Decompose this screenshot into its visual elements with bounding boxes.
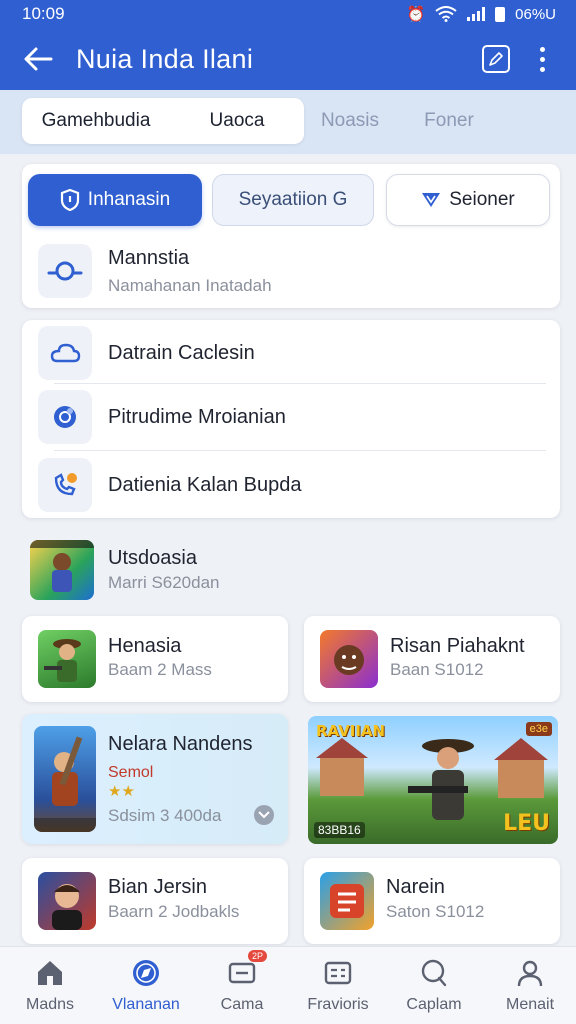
bottom-navigation: Madns Vlananan 2P Cama Fravioris Caplam …	[0, 946, 576, 1024]
featured-subtitle: Marri S620dan	[108, 573, 220, 592]
game-thumbnail	[38, 630, 96, 688]
message-icon: 2P	[225, 950, 267, 988]
phone-icon	[54, 473, 77, 496]
edit-button[interactable]	[482, 45, 510, 73]
item-title: Mannstia	[108, 246, 190, 269]
nav-item-fravioris[interactable]: Fravioris	[290, 947, 386, 1024]
chip-seyaatiion[interactable]: Seyaatiion G	[212, 174, 374, 226]
nav-item-caplam[interactable]: Caplam	[386, 947, 482, 1024]
more-options-button[interactable]	[530, 44, 554, 74]
rating-stars: ★★	[108, 783, 135, 800]
back-button[interactable]	[0, 28, 76, 90]
nav-item-cama[interactable]: 2P Cama	[194, 947, 290, 1024]
divider	[54, 450, 546, 451]
notification-badge: 2P	[247, 950, 267, 962]
item-subtitle: Namahanan Inatadah	[108, 275, 272, 295]
expand-button[interactable]	[254, 805, 274, 825]
list-item-pitrudime[interactable]: Pitrudime Mroianian	[38, 390, 286, 444]
alarm-icon: ⏰	[406, 6, 426, 23]
battery-percent: 06%U	[515, 5, 556, 23]
game-thumbnail	[320, 872, 374, 930]
edit-icon	[489, 52, 503, 66]
shield-icon	[60, 189, 79, 211]
list-item-mannstia[interactable]: Mannstia Namahanan Inatadah	[38, 244, 272, 298]
banner-title: RAVIIAN	[316, 722, 386, 740]
compass-icon	[129, 958, 163, 988]
divider	[54, 383, 546, 384]
chat-icon	[417, 958, 451, 988]
nav-item-menait[interactable]: Menait	[482, 947, 576, 1024]
nav-item-madns[interactable]: Madns	[2, 947, 98, 1024]
wifi-icon	[435, 6, 457, 22]
game-thumbnail	[38, 872, 96, 930]
home-icon	[33, 958, 67, 988]
arrow-left-icon	[24, 47, 53, 71]
chip-inhanasin[interactable]: Inhanasin	[28, 174, 202, 226]
triangle-down-icon	[422, 193, 441, 207]
tab-foner[interactable]: Foner	[396, 98, 502, 144]
chevron-down-icon	[258, 811, 270, 819]
battery-icon	[495, 6, 506, 22]
banner-badge: e3e	[525, 722, 552, 736]
list-icon	[321, 958, 355, 988]
tab-gamehbudia[interactable]: Gamehbudia	[22, 98, 170, 144]
list-item-datienia[interactable]: Datienia Kalan Bupda	[38, 458, 301, 512]
app-bar: Nuia Inda Ilani	[0, 28, 576, 90]
game-tag: Semol	[108, 764, 154, 781]
game-thumbnail	[34, 726, 96, 832]
top-tab-bar: Gamehbudia Uaoca Noasis Foner	[0, 90, 576, 154]
featured-title: Utsdoasia	[108, 547, 197, 569]
circle-icon	[54, 406, 76, 428]
status-time: 10:09	[22, 4, 65, 23]
game-thumbnail	[320, 630, 378, 688]
signal-icon	[467, 7, 486, 21]
tab-noasis[interactable]: Noasis	[304, 98, 396, 144]
status-bar: 10:09 ⏰ 06%U	[0, 0, 576, 28]
tab-uaoca[interactable]: Uaoca	[170, 98, 304, 144]
link-circle-icon	[47, 261, 83, 281]
featured-thumbnail[interactable]	[30, 540, 94, 600]
person-icon	[513, 958, 547, 988]
chip-seioner[interactable]: Seioner	[386, 174, 550, 226]
cloud-icon	[50, 343, 81, 363]
banner-caption: 83BB16	[314, 822, 365, 838]
banner-corner-label: LEU	[503, 811, 550, 836]
game-banner[interactable]: RAVIIAN e3e 83BB16 LEU	[308, 716, 558, 844]
page-title: Nuia Inda Ilani	[76, 43, 254, 74]
nav-item-vlananan[interactable]: Vlananan	[98, 947, 194, 1024]
list-item-datrain[interactable]: Datrain Caclesin	[38, 326, 255, 380]
